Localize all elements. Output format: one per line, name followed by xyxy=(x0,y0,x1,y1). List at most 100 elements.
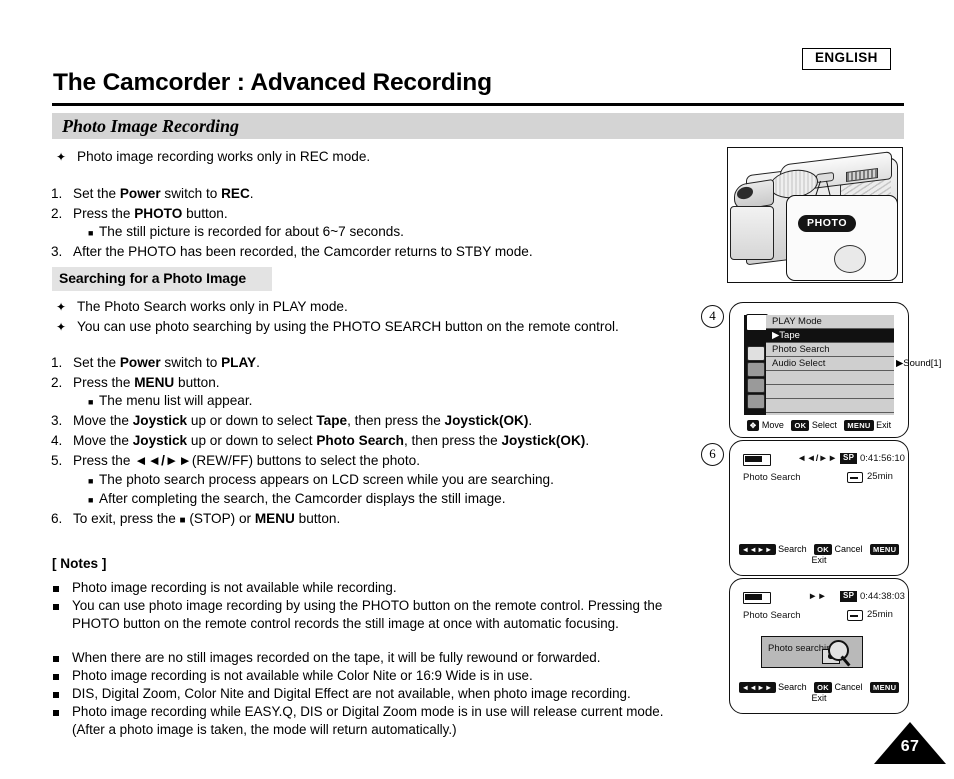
menu-title: PLAY Mode xyxy=(766,315,894,329)
square-bullet-icon xyxy=(53,604,59,610)
osd-hint-search: Search xyxy=(778,681,807,692)
subsection-step-3: 3. Move the Joystick up or down to selec… xyxy=(0,411,700,431)
step-number: 6. xyxy=(51,511,63,526)
subsection-step-6: 6. To exit, press the ■ (STOP) or MENU b… xyxy=(0,509,700,529)
menu-item-tape[interactable]: ▶Tape xyxy=(766,329,894,343)
tape-remaining: 25min xyxy=(867,609,893,620)
subsection-band-title: Searching for a Photo Image xyxy=(59,270,247,286)
joystick-move-icon: ✥ xyxy=(746,420,760,432)
square-bullet-icon xyxy=(53,674,59,680)
manual-page: ENGLISH The Camcorder : Advanced Recordi… xyxy=(0,0,954,779)
menu-screen-illustration: PLAY Mode ▶Tape Photo Search Audio Selec… xyxy=(729,302,941,438)
osd-hint-cancel: Cancel xyxy=(834,681,863,692)
photo-searching-dialog: Photo searching... xyxy=(761,636,863,668)
step-text: Move the Joystick up or down to select P… xyxy=(73,433,590,448)
subsection-step-5: 5. Press the ◄◄/►►(REW/FF) buttons to se… xyxy=(0,451,700,471)
record-mode-chip: SP xyxy=(840,453,858,464)
substep-text: The menu list will appear. xyxy=(99,393,253,408)
note-text: DIS, Digital Zoom, Color Nite and Digita… xyxy=(72,686,631,701)
subsection-diamond-text: The Photo Search works only in PLAY mode… xyxy=(77,299,348,314)
tape-icon xyxy=(847,472,863,483)
subsection-substep-1: ■ The menu list will appear. xyxy=(0,391,700,411)
section-diamond-row: ✦ Photo image recording works only in RE… xyxy=(0,147,700,167)
menu-screen: PLAY Mode ▶Tape Photo Search Audio Selec… xyxy=(744,314,941,415)
diamond-bullet-icon: ✦ xyxy=(56,300,67,314)
menu-item-empty xyxy=(766,399,894,413)
osd-hint-cancel: Cancel xyxy=(834,543,863,554)
note-text: Photo image recording is not available w… xyxy=(72,580,397,595)
subsection-diamond-row-2: ✦ You can use photo searching by using t… xyxy=(0,317,700,337)
osd-status-label: Photo Search xyxy=(743,610,801,621)
osd-searching-illustration: ►► SP 0:44:38:03 Photo Search 25min Phot… xyxy=(729,578,909,714)
step-text: Press the MENU button. xyxy=(73,375,220,390)
osd-hint-exit: Exit xyxy=(811,555,827,565)
step-text: Set the Power switch to PLAY. xyxy=(73,355,260,370)
step-marker-6: 6 xyxy=(701,443,724,466)
step-number: 5. xyxy=(51,453,63,468)
step-text: Press the ◄◄/►►(REW/FF) buttons to selec… xyxy=(73,453,420,468)
section-step-2: 2. Press the PHOTO button. xyxy=(0,204,700,224)
menu-key-icon: MENU xyxy=(870,682,900,693)
callout-photo-button xyxy=(834,245,866,273)
substep-text: After completing the search, the Camcord… xyxy=(99,491,506,506)
record-mode-chip: SP xyxy=(840,591,858,602)
battery-icon xyxy=(743,454,771,466)
note-text: Photo image recording while EASY.Q, DIS … xyxy=(72,704,664,737)
battery-icon xyxy=(743,592,771,604)
display-icon xyxy=(747,378,765,393)
step-number: 1. xyxy=(51,355,63,370)
note-text: Photo image recording is not available w… xyxy=(72,668,533,683)
diamond-bullet-icon: ✦ xyxy=(56,320,67,334)
memory-icon xyxy=(747,362,765,377)
ok-key-icon: OK xyxy=(791,420,810,432)
square-bullet-icon: ■ xyxy=(88,397,94,407)
step-marker-4: 4 xyxy=(701,305,724,328)
menu-item-empty xyxy=(766,385,894,399)
substep-text: The still picture is recorded for about … xyxy=(99,224,404,239)
subsection-substep-2: ■ The photo search process appears on LC… xyxy=(0,470,700,490)
step-text: Set the Power switch to REC. xyxy=(73,186,254,201)
photo-button-label: PHOTO xyxy=(798,215,857,232)
subsection-step-4: 4. Move the Joystick up or down to selec… xyxy=(0,431,700,451)
menu-footer-hints: ✥ Move OK Select MENU Exit xyxy=(744,420,894,432)
diamond-bullet-icon: ✦ xyxy=(56,150,67,164)
step-number: 2. xyxy=(51,206,63,221)
step-number: 1. xyxy=(51,186,63,201)
step-number: 2. xyxy=(51,375,63,390)
menu-hint-select: Select xyxy=(811,420,837,430)
rew-ff-key-icon: ◄◄►► xyxy=(738,544,776,555)
timecode: 0:41:56:10 xyxy=(860,453,905,464)
timecode: 0:44:38:03 xyxy=(860,591,905,602)
subsection-diamond-row-1: ✦ The Photo Search works only in PLAY mo… xyxy=(0,297,700,317)
menu-hint-move: Move xyxy=(761,420,784,430)
page-number: 67 xyxy=(900,738,920,755)
section-diamond-text: Photo image recording works only in REC … xyxy=(77,149,371,164)
step-number: 3. xyxy=(51,413,63,428)
subsection-substep-3: ■ After completing the search, the Camco… xyxy=(0,489,700,509)
osd-status-label: Photo Search xyxy=(743,472,801,483)
osd-footer-hints: ◄◄►► Search OK Cancel MENU Exit xyxy=(730,682,908,703)
square-bullet-icon xyxy=(53,692,59,698)
osd-search-illustration: ◄◄/►► SP 0:41:56:10 Photo Search 25min ◄… xyxy=(729,440,909,576)
section-band-title: Photo Image Recording xyxy=(62,116,240,136)
magnifier-icon xyxy=(828,640,849,661)
subsection-diamond-text: You can use photo searching by using the… xyxy=(77,319,619,334)
osd-hint-search: Search xyxy=(778,543,807,554)
menu-item-empty xyxy=(766,371,894,385)
osd-hint-exit: Exit xyxy=(811,693,827,703)
language-badge: ENGLISH xyxy=(802,48,891,70)
square-bullet-icon: ■ xyxy=(88,228,94,238)
menu-key-icon: MENU xyxy=(870,544,900,555)
tape-remaining: 25min xyxy=(867,471,893,482)
step-text: To exit, press the ■ (STOP) or MENU butt… xyxy=(73,511,341,526)
menu-item-audio-select[interactable]: Audio Select xyxy=(766,357,894,371)
page-title: The Camcorder : Advanced Recording xyxy=(53,69,492,96)
menu-item-photo-search[interactable]: Photo Search xyxy=(766,343,894,357)
notes-title: [ Notes ] xyxy=(52,556,107,571)
camcorder-illustration: PHOTO xyxy=(727,147,903,283)
section-step-1: 1. Set the Power switch to REC. xyxy=(0,184,700,204)
menu-key-icon: MENU xyxy=(844,420,874,432)
step-number: 4. xyxy=(51,433,63,448)
menu-hint-exit: Exit xyxy=(876,420,892,430)
square-bullet-icon xyxy=(53,656,59,662)
